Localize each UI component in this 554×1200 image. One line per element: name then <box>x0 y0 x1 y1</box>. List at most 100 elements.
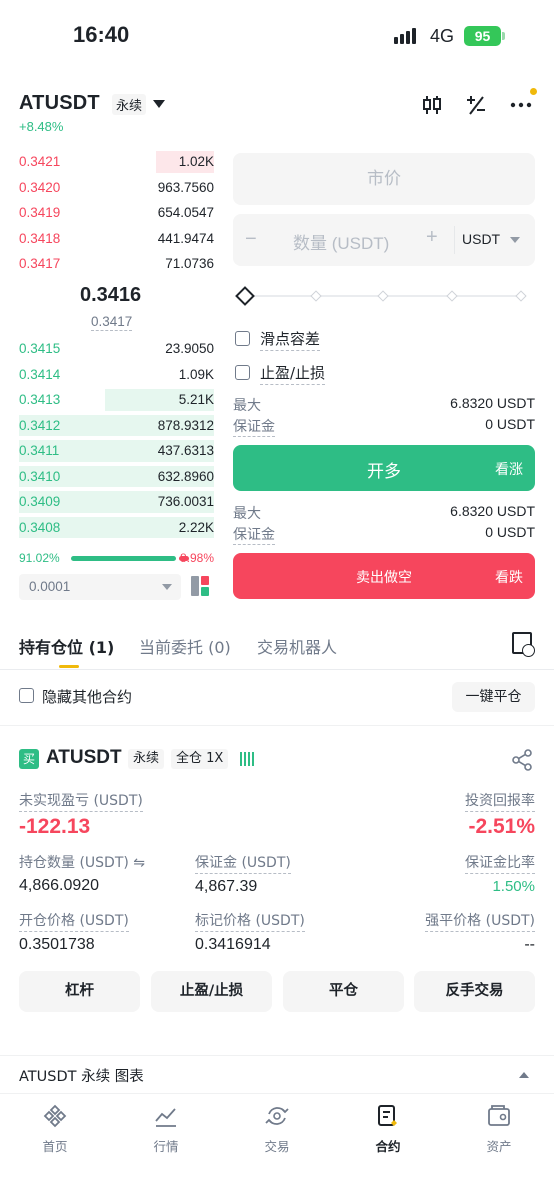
entry-stat: 开仓价格 (USDT) 0.3501738 <box>19 910 129 954</box>
symbol-title[interactable]: ATUSDT <box>19 92 100 115</box>
margin-label: 保证金 (USDT) <box>195 852 291 874</box>
quantity-field[interactable]: − 数量 (USDT) + USDT <box>233 214 535 266</box>
chart-line-icon <box>152 1102 180 1130</box>
margin-stat: 保证金 (USDT) 4,867.39 <box>195 852 291 896</box>
close-all-button[interactable]: 一键平仓 <box>452 682 535 712</box>
ask-row[interactable]: 0.3417 71.0736 <box>19 251 214 277</box>
bid-row[interactable]: 0.3409 736.0031 <box>19 489 214 515</box>
slider-tick-75[interactable] <box>446 290 458 302</box>
symbol-dropdown-icon[interactable] <box>153 100 165 108</box>
reverse-position-button[interactable]: 反手交易 <box>414 971 535 1012</box>
nav-home[interactable]: 首页 <box>15 1102 95 1155</box>
size-label[interactable]: 持仓数量 (USDT) ⇋ <box>19 852 145 873</box>
more-icon[interactable] <box>508 92 534 118</box>
tpsl-checkbox[interactable] <box>235 365 250 380</box>
share-icon[interactable] <box>511 749 533 771</box>
slider-tick-25[interactable] <box>310 290 322 302</box>
bid-row[interactable]: 0.3414 1.09K <box>19 362 214 388</box>
bid-price: 0.3411 <box>19 443 60 459</box>
slider-handle[interactable] <box>235 286 255 306</box>
bid-row[interactable]: 0.3410 632.8960 <box>19 464 214 490</box>
slider-tick-50[interactable] <box>377 290 389 302</box>
nav-assets[interactable]: 资产 <box>459 1102 539 1155</box>
adl-indicator-icon <box>240 752 254 766</box>
liq-price-label: 强平价格 (USDT) <box>425 910 535 932</box>
open-long-button[interactable]: 开多 看涨 <box>233 445 535 491</box>
tab-open-orders[interactable]: 当前委托 (0) <box>139 634 231 658</box>
precision-value: 0.0001 <box>29 579 71 594</box>
wallet-icon <box>485 1102 513 1130</box>
leverage-button[interactable]: 杠杆 <box>19 971 140 1012</box>
ask-row[interactable]: 0.3421 1.02K <box>19 149 214 175</box>
signal-icon <box>394 28 416 44</box>
position-symbol[interactable]: ATUSDT <box>46 747 122 769</box>
ask-qty: 963.7560 <box>157 179 214 195</box>
status-time: 16:40 <box>73 22 130 47</box>
calculator-icon[interactable] <box>463 92 489 118</box>
bid-row[interactable]: 0.3413 5.21K <box>19 387 214 413</box>
mark-price: 0.3417 <box>91 314 133 331</box>
ask-price: 0.3417 <box>19 256 61 272</box>
liq-stat: 强平价格 (USDT) -- <box>425 910 535 954</box>
trade-swap-icon <box>263 1102 291 1130</box>
chart-toggle-label: ATUSDT 永续 图表 <box>19 1069 144 1085</box>
bid-qty: 437.6313 <box>157 443 214 459</box>
order-history-icon[interactable] <box>512 632 535 657</box>
nav-markets[interactable]: 行情 <box>126 1102 206 1155</box>
nav-futures[interactable]: 合约 <box>348 1102 428 1155</box>
ask-row[interactable]: 0.3418 441.9474 <box>19 226 214 252</box>
nav-assets-label: 资产 <box>486 1139 512 1154</box>
chevron-down-icon <box>510 237 520 243</box>
entry-price-value: 0.3501738 <box>19 936 95 953</box>
tab-positions[interactable]: 持有仓位 (1) <box>19 634 114 658</box>
long-margin-row: 保证金 0 USDT <box>233 416 535 437</box>
slider-tick-100[interactable] <box>515 290 527 302</box>
orderbook-bids: 0.3415 23.9050 0.3414 1.09K 0.3413 5.21K 0.341… <box>19 336 214 540</box>
close-position-button[interactable]: 平仓 <box>283 971 404 1012</box>
tab-trading-bots[interactable]: 交易机器人 <box>257 634 337 658</box>
quantity-unit-select[interactable]: USDT <box>462 231 500 247</box>
bid-price: 0.3412 <box>19 417 61 433</box>
roi-stat: 投资回报率 -2.51% <box>465 790 535 839</box>
order-type-select[interactable]: 市价 <box>233 153 535 205</box>
entry-price-label: 开仓价格 (USDT) <box>19 910 129 932</box>
nav-trade-label: 交易 <box>264 1139 290 1154</box>
nav-markets-label: 行情 <box>153 1139 179 1154</box>
active-tab-indicator <box>59 665 79 668</box>
ask-price: 0.3420 <box>19 179 61 195</box>
ask-row[interactable]: 0.3419 654.0547 <box>19 200 214 226</box>
open-long-label: 开多 <box>367 462 401 482</box>
chart-toggle-row[interactable]: ATUSDT 永续 图表 <box>0 1055 554 1093</box>
ask-qty: 441.9474 <box>157 230 214 246</box>
precision-select[interactable]: 0.0001 <box>19 574 181 600</box>
bid-qty: 5.21K <box>178 392 214 408</box>
hide-other-checkbox[interactable] <box>19 688 34 703</box>
bid-row[interactable]: 0.3412 878.9312 <box>19 413 214 439</box>
bid-price: 0.3414 <box>19 366 61 382</box>
open-short-hint: 看跌 <box>495 570 523 586</box>
bid-row[interactable]: 0.3415 23.9050 <box>19 336 214 362</box>
open-short-button[interactable]: 卖出做空 看跌 <box>233 553 535 599</box>
nav-trade[interactable]: 交易 <box>237 1102 317 1155</box>
nav-home-label: 首页 <box>42 1139 68 1154</box>
slippage-label: 滑点容差 <box>260 328 321 351</box>
quantity-minus-button[interactable]: − <box>245 228 257 251</box>
roi-value: -2.51% <box>468 815 535 838</box>
bid-qty: 1.09K <box>178 366 214 382</box>
quantity-plus-button[interactable]: + <box>426 226 438 249</box>
long-margin-value: 0 USDT <box>485 416 535 432</box>
contract-header: ATUSDT 永续 +8.48% <box>0 86 554 136</box>
tpsl-label: 止盈/止损 <box>260 362 326 385</box>
orderbook-layout-icon[interactable] <box>191 576 211 596</box>
candlestick-icon[interactable] <box>419 92 445 118</box>
quantity-input[interactable]: 数量 (USDT) <box>293 229 389 254</box>
tpsl-button[interactable]: 止盈/止损 <box>151 971 272 1012</box>
bid-row[interactable]: 0.3408 2.22K <box>19 515 214 541</box>
bid-row[interactable]: 0.3411 437.6313 <box>19 438 214 464</box>
ask-row[interactable]: 0.3420 963.7560 <box>19 175 214 201</box>
hide-other-label: 隐藏其他合约 <box>42 688 133 706</box>
slippage-checkbox[interactable] <box>235 331 250 346</box>
quantity-slider[interactable] <box>235 286 527 306</box>
upnl-value: -122.13 <box>19 815 91 838</box>
bid-qty: 878.9312 <box>157 417 214 433</box>
